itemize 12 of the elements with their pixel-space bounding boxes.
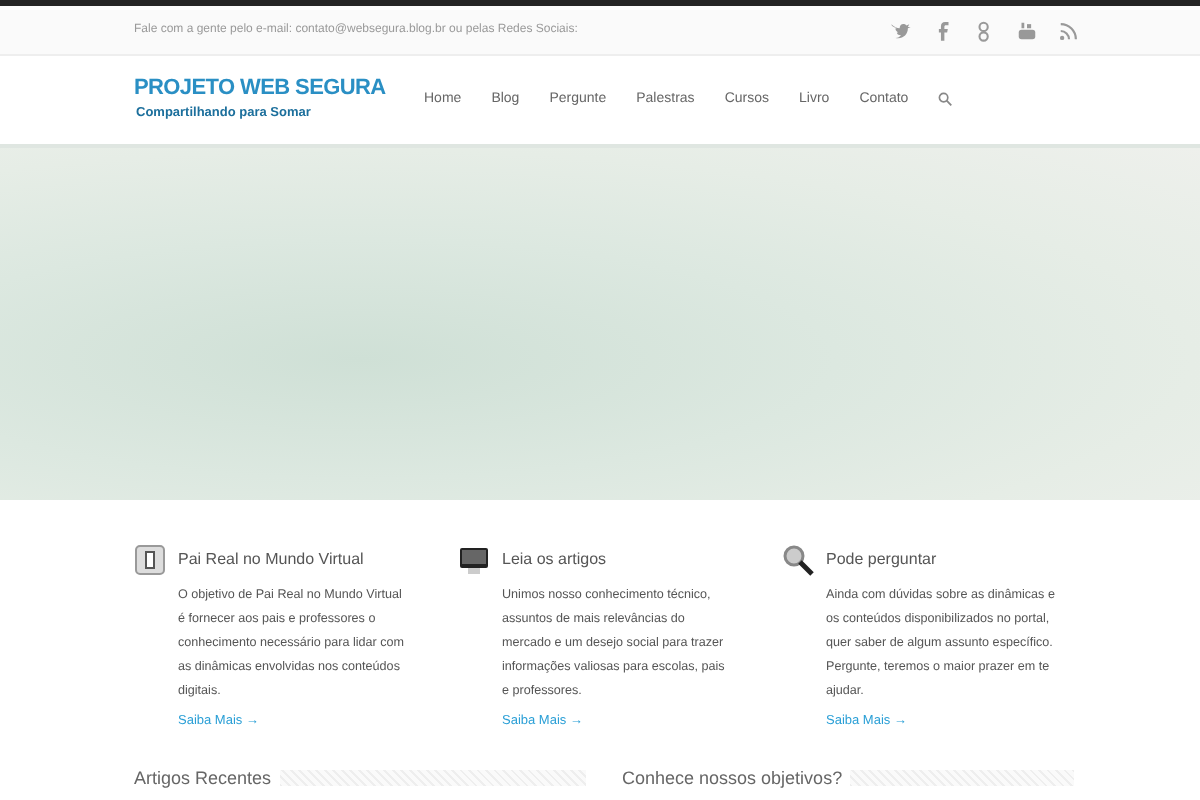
logo-title[interactable]: PROJETO WEB SEGURA xyxy=(134,76,424,100)
section-heading: Artigos Recentes xyxy=(134,768,272,788)
usb-drive-icon xyxy=(134,544,166,576)
feature-title: Pai Real no Mundo Virtual xyxy=(178,548,366,572)
magnifier-icon xyxy=(782,544,814,576)
feature-title: Leia os artigos xyxy=(502,548,609,572)
rss-icon[interactable] xyxy=(1058,19,1080,41)
search-icon[interactable] xyxy=(938,91,953,105)
section-heading: Conhece nossos objetivos? xyxy=(622,768,843,788)
monitor-icon xyxy=(458,544,490,576)
twitter-icon[interactable] xyxy=(890,19,912,41)
feature-title: Pode perguntar xyxy=(826,548,939,572)
